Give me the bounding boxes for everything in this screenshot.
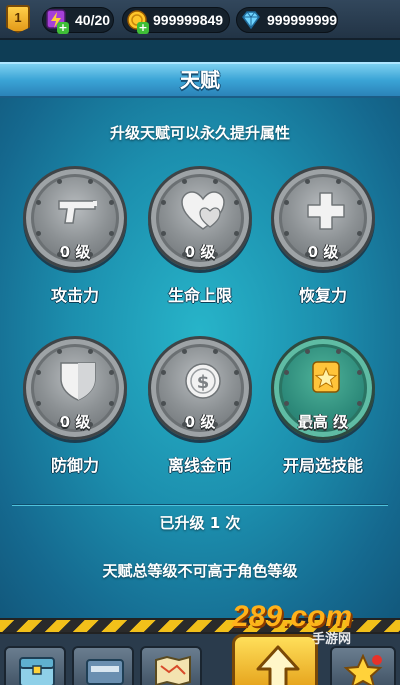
talent-disc[interactable]: 0 级 bbox=[23, 336, 127, 440]
talent-start-skill[interactable]: 最高 级 开局选技能 bbox=[268, 336, 378, 476]
coin-icon: $ bbox=[185, 363, 221, 399]
upgrade-count-text: 已升级 1 次 bbox=[159, 514, 241, 532]
talent-disc[interactable]: 0 级 bbox=[23, 166, 127, 270]
rivet-dot bbox=[160, 230, 166, 236]
nav-chest-button[interactable] bbox=[4, 646, 66, 685]
rivet-dot bbox=[35, 400, 41, 406]
talent-name: 防御力 bbox=[50, 456, 99, 475]
talent-name: 攻击力 bbox=[50, 286, 99, 305]
svg-text:$: $ bbox=[197, 372, 210, 393]
arrow-up-icon bbox=[256, 645, 300, 685]
rivet-dot bbox=[160, 370, 166, 376]
rivet-dot bbox=[305, 348, 311, 354]
coin-counter[interactable]: + 999999849 bbox=[122, 7, 230, 34]
rivet-dot bbox=[57, 178, 63, 184]
player-level-badge[interactable]: 1 bbox=[6, 5, 30, 33]
star-medal-icon bbox=[312, 361, 340, 393]
coin-value: 999999849 bbox=[153, 12, 224, 28]
talent-defense[interactable]: 0 级 防御力 bbox=[20, 336, 130, 476]
rivet-dot bbox=[109, 400, 115, 406]
talent-level: 0 级 bbox=[59, 243, 91, 261]
nav-map-button[interactable] bbox=[140, 646, 202, 685]
rivet-dot bbox=[357, 400, 363, 406]
rivet-dot bbox=[160, 400, 166, 406]
energy-counter[interactable]: + 40/20 bbox=[42, 7, 114, 34]
watermark-site: 手游网 bbox=[312, 632, 352, 647]
level-limit-note: 天赋总等级不可高于角色等级 bbox=[102, 562, 298, 580]
rivet-dot bbox=[283, 370, 289, 376]
rivet-dot bbox=[234, 230, 240, 236]
chest-icon bbox=[19, 657, 55, 685]
shield-icon bbox=[60, 362, 96, 401]
talent-recovery[interactable]: 0 级 恢复力 bbox=[268, 166, 378, 306]
weapon-case-icon bbox=[86, 659, 124, 685]
rivet-dot bbox=[57, 348, 63, 354]
talent-name: 恢复力 bbox=[298, 286, 347, 305]
rivet-dot bbox=[212, 178, 218, 184]
rivet-dot bbox=[357, 230, 363, 236]
talent-max-hp[interactable]: 0 级 生命上限 bbox=[145, 166, 255, 306]
talent-name: 离线金币 bbox=[167, 456, 232, 475]
diamond-icon bbox=[242, 11, 260, 30]
rivet-dot bbox=[35, 370, 41, 376]
add-energy-icon[interactable]: + bbox=[57, 22, 69, 34]
map-icon bbox=[155, 655, 191, 685]
divider bbox=[12, 504, 388, 506]
cross-icon bbox=[307, 192, 345, 230]
pistol-icon bbox=[58, 200, 97, 224]
energy-value: 40/20 bbox=[75, 12, 111, 28]
panel-subtitle: 升级天赋可以永久提升属性 bbox=[109, 124, 290, 142]
rivet-dot bbox=[283, 400, 289, 406]
page-title: 天赋 bbox=[180, 68, 220, 92]
title-banner: 天赋 bbox=[0, 62, 400, 98]
talent-name: 生命上限 bbox=[167, 286, 232, 305]
rivet-dot bbox=[283, 200, 289, 206]
add-coins-icon[interactable]: + bbox=[137, 22, 149, 34]
rivet-dot bbox=[109, 370, 115, 376]
rivet-dot bbox=[109, 230, 115, 236]
rivet-dot bbox=[182, 348, 188, 354]
talent-level: 最高 级 bbox=[297, 413, 349, 431]
hearts-icon bbox=[181, 191, 225, 230]
rivet-dot bbox=[160, 200, 166, 206]
talent-level: 0 级 bbox=[184, 243, 216, 261]
rivet-dot bbox=[305, 178, 311, 184]
rivet-dot bbox=[283, 230, 289, 236]
nav-weapon-button[interactable] bbox=[72, 646, 134, 685]
rivet-dot bbox=[335, 348, 341, 354]
rivet-dot bbox=[35, 200, 41, 206]
rivet-dot bbox=[109, 200, 115, 206]
watermark: 289.com 手游网 bbox=[232, 600, 382, 647]
nav-upgrade-button[interactable] bbox=[232, 634, 318, 685]
rivet-dot bbox=[212, 348, 218, 354]
rivet-dot bbox=[357, 200, 363, 206]
rivet-dot bbox=[35, 230, 41, 236]
talent-attack[interactable]: 0 级 攻击力 bbox=[20, 166, 130, 306]
talent-disc[interactable]: $ 0 级 bbox=[148, 336, 252, 440]
talent-name: 开局选技能 bbox=[282, 456, 363, 475]
talent-level: 0 级 bbox=[59, 413, 91, 431]
top-status-bar: 1 + 40/20 + 999999849 999999999 bbox=[0, 0, 400, 40]
nav-talent-button[interactable] bbox=[330, 646, 396, 685]
rivet-dot bbox=[234, 400, 240, 406]
talent-level: 0 级 bbox=[307, 243, 339, 261]
rivet-dot bbox=[335, 178, 341, 184]
rivet-dot bbox=[357, 370, 363, 376]
gem-value: 999999999 bbox=[267, 12, 338, 28]
talent-offline-gold[interactable]: $ 0 级 离线金币 bbox=[145, 336, 255, 476]
rivet-dot bbox=[234, 200, 240, 206]
talent-panel: 升级天赋可以永久提升属性 0 级 攻击力 0 级 生命上限 0 级 恢复力 0 … bbox=[0, 98, 400, 618]
star-icon bbox=[343, 654, 383, 685]
talent-disc[interactable]: 0 级 bbox=[148, 166, 252, 270]
talent-level: 0 级 bbox=[184, 413, 216, 431]
talent-disc[interactable]: 最高 级 bbox=[271, 336, 375, 440]
rivet-dot bbox=[182, 178, 188, 184]
rivet-dot bbox=[234, 370, 240, 376]
rivet-dot bbox=[87, 348, 93, 354]
talent-disc[interactable]: 0 级 bbox=[271, 166, 375, 270]
rivet-dot bbox=[87, 178, 93, 184]
gem-counter[interactable]: 999999999 bbox=[236, 7, 338, 33]
